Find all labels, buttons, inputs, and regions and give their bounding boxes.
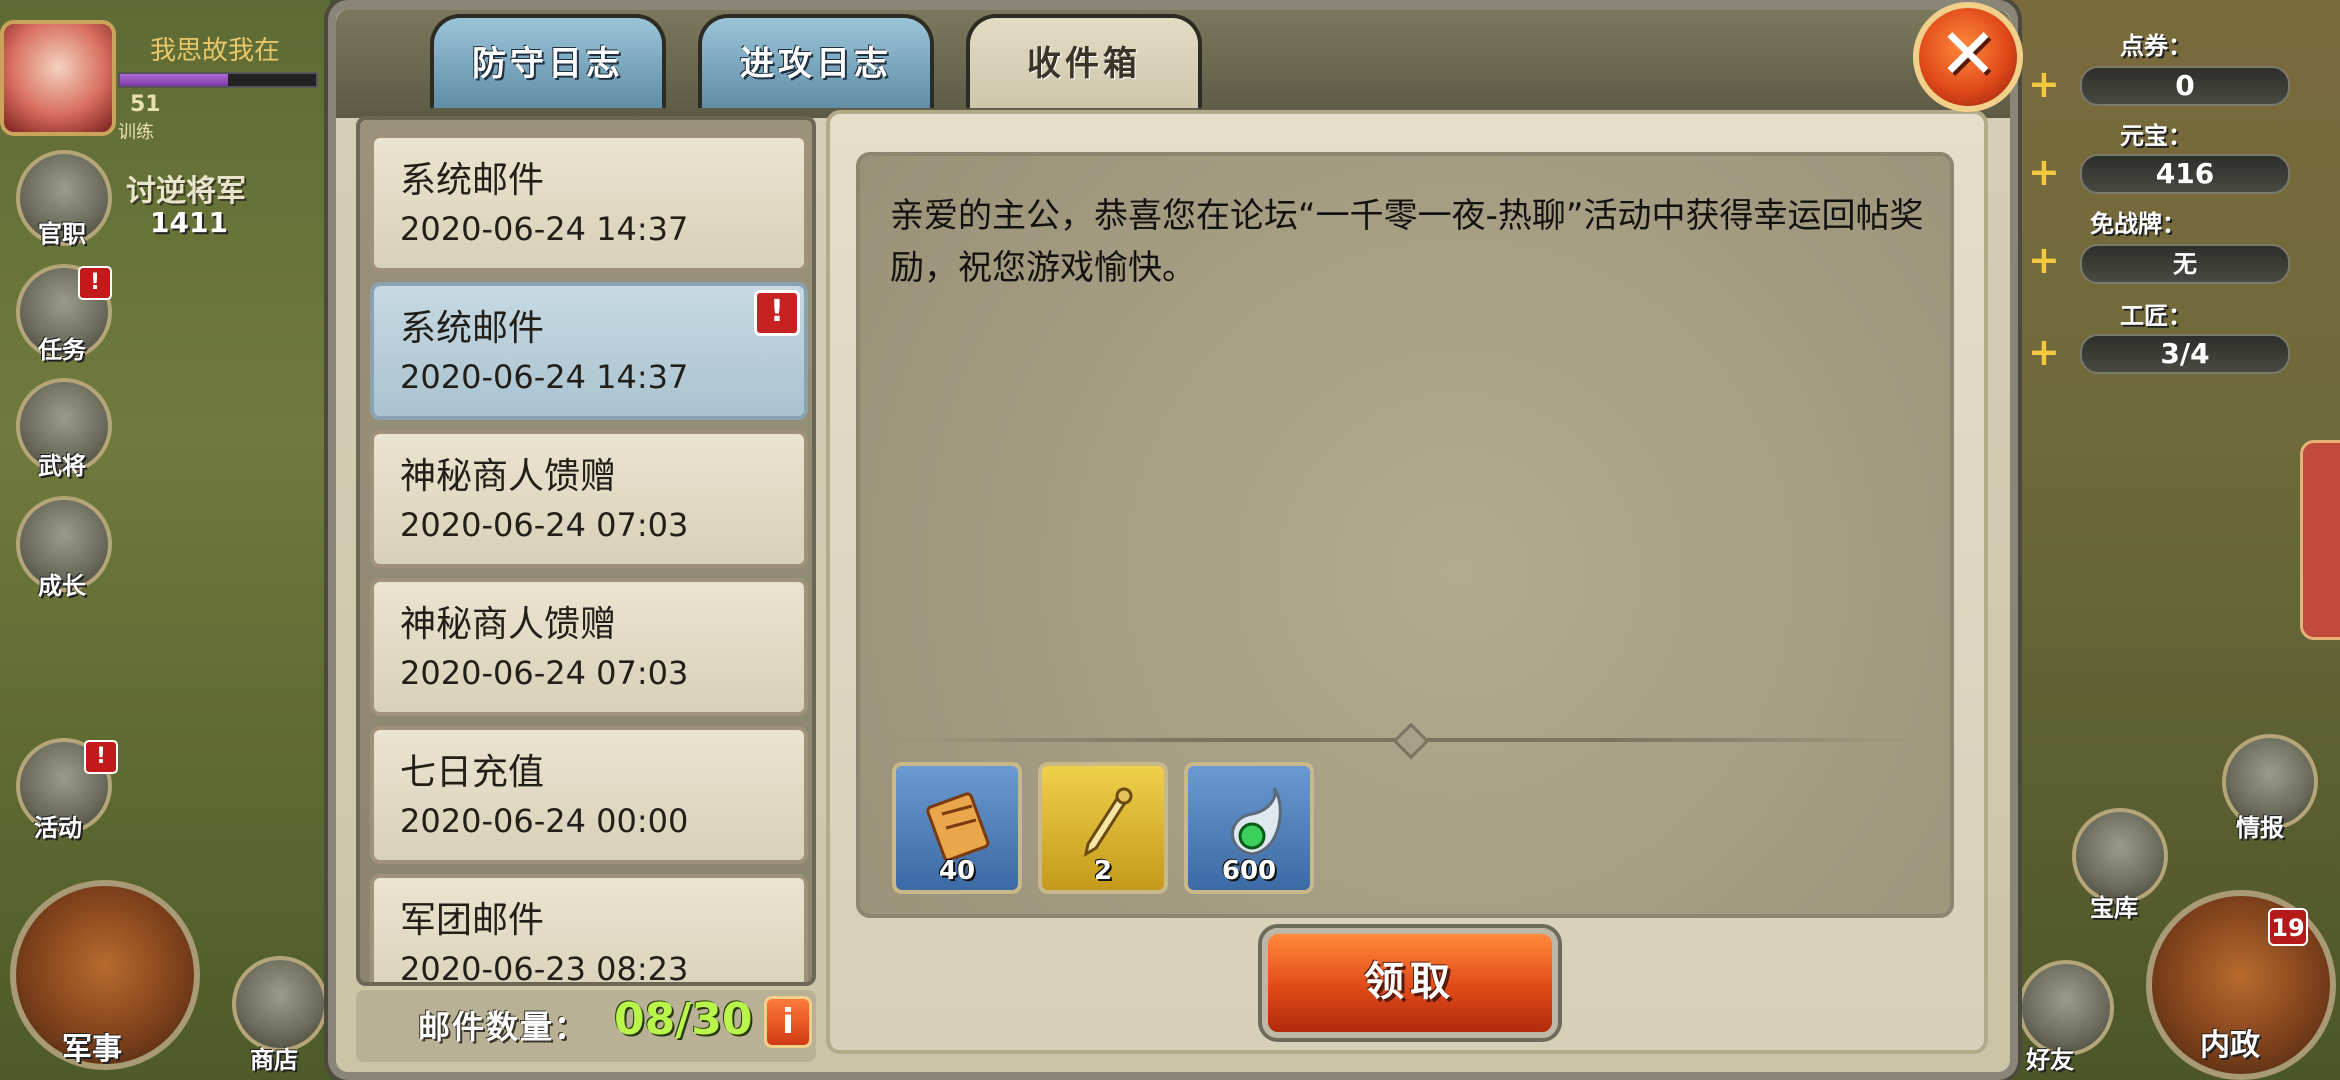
truce-value: 无 bbox=[2080, 244, 2290, 284]
scroll-icon bbox=[926, 792, 990, 862]
mail-item-selected[interactable]: 系统邮件 2020-06-24 14:37 ! bbox=[370, 282, 808, 420]
player-level: 51 bbox=[130, 92, 161, 117]
info-button[interactable]: i bbox=[764, 996, 812, 1048]
player-name: 我思故我在 bbox=[150, 36, 281, 66]
player-level-sub: 训练 bbox=[118, 122, 154, 143]
artisan-value: 3/4 bbox=[2080, 334, 2290, 374]
mail-date: 2020-06-24 07:03 bbox=[400, 506, 689, 544]
ingot-value: 416 bbox=[2080, 154, 2290, 194]
exp-bar-fill bbox=[120, 74, 228, 86]
mail-list[interactable]: 系统邮件 2020-06-24 14:37 系统邮件 2020-06-24 14… bbox=[356, 116, 816, 986]
artisan-add-button[interactable]: + bbox=[2028, 333, 2060, 371]
reward-quantity: 600 bbox=[1221, 856, 1277, 886]
tab-defense-log[interactable]: 防守日志 bbox=[430, 14, 666, 108]
shop-button[interactable] bbox=[232, 956, 328, 1052]
mail-item[interactable]: 神秘商人馈赠 2020-06-24 07:03 bbox=[370, 430, 808, 568]
artisan-label: 工匠： bbox=[2120, 302, 2192, 330]
mail-title: 系统邮件 bbox=[400, 160, 545, 201]
coupon-value: 0 bbox=[2080, 66, 2290, 106]
friends-label: 好友 bbox=[2026, 1046, 2074, 1074]
player-avatar[interactable] bbox=[0, 20, 116, 136]
close-button[interactable]: ✕ bbox=[1913, 2, 2023, 112]
coupon-label: 点券： bbox=[2120, 32, 2192, 60]
generals-label: 武将 bbox=[38, 452, 86, 480]
mail-title: 神秘商人馈赠 bbox=[400, 604, 617, 645]
coupon-add-button[interactable]: + bbox=[2028, 65, 2060, 103]
mail-title: 系统邮件 bbox=[400, 308, 545, 349]
military-label: 军事 bbox=[62, 1032, 122, 1067]
office-label: 官职 bbox=[38, 220, 86, 248]
mail-count-value: 08/30 bbox=[614, 994, 753, 1045]
exp-bar bbox=[118, 72, 318, 88]
mail-item[interactable]: 神秘商人馈赠 2020-06-24 07:03 bbox=[370, 578, 808, 716]
mail-date: 2020-06-24 07:03 bbox=[400, 654, 689, 692]
mail-item[interactable]: 军团邮件 2020-06-23 08:23 bbox=[370, 874, 808, 986]
event-label: 活动 bbox=[34, 814, 82, 842]
rank-score: 1411 bbox=[150, 206, 228, 239]
domestic-notification-badge: 19 bbox=[2268, 908, 2308, 946]
truce-label: 免战牌： bbox=[2090, 210, 2186, 238]
mail-item[interactable]: 七日充值 2020-06-24 00:00 bbox=[370, 726, 808, 864]
mail-date: 2020-06-24 00:00 bbox=[400, 802, 689, 840]
mail-date: 2020-06-23 08:23 bbox=[400, 950, 689, 986]
reward-slot[interactable]: 600 bbox=[1184, 762, 1314, 894]
unread-alert-icon: ! bbox=[754, 290, 800, 336]
truce-add-button[interactable]: + bbox=[2028, 241, 2060, 279]
reward-slot[interactable]: 2 bbox=[1038, 762, 1168, 894]
domestic-label: 内政 bbox=[2200, 1028, 2260, 1063]
horn-icon bbox=[1083, 787, 1133, 858]
jade-icon bbox=[1231, 787, 1282, 856]
rank-title: 讨逆将军 bbox=[126, 174, 246, 209]
mail-item[interactable]: 系统邮件 2020-06-24 14:37 bbox=[370, 134, 808, 272]
reward-quantity: 2 bbox=[1093, 856, 1113, 886]
quest-label: 任务 bbox=[38, 336, 86, 364]
ingot-add-button[interactable]: + bbox=[2028, 153, 2060, 191]
mail-title: 神秘商人馈赠 bbox=[400, 456, 617, 497]
mail-title: 军团邮件 bbox=[400, 900, 545, 941]
mail-date: 2020-06-24 14:37 bbox=[400, 358, 689, 396]
growth-label: 成长 bbox=[38, 572, 86, 600]
claim-button[interactable]: 领取 bbox=[1262, 928, 1558, 1038]
quest-alert-badge: ! bbox=[78, 266, 112, 300]
shop-label: 商店 bbox=[250, 1046, 298, 1074]
tab-inbox[interactable]: 收件箱 bbox=[966, 14, 1202, 108]
info-icon: i bbox=[782, 1002, 794, 1042]
mail-message: 亲爱的主公，恭喜您在论坛“一千零一夜-热聊”活动中获得幸运回帖奖励，祝您游戏愉快… bbox=[890, 196, 1924, 288]
event-alert-badge: ! bbox=[84, 740, 118, 774]
reward-quantity: 40 bbox=[938, 856, 976, 886]
intel-label: 情报 bbox=[2236, 814, 2284, 842]
mail-date: 2020-06-24 14:37 bbox=[400, 210, 689, 248]
expand-panel-arrow[interactable] bbox=[2300, 440, 2340, 640]
close-icon: ✕ bbox=[1938, 13, 1998, 95]
ingot-label: 元宝： bbox=[2120, 122, 2192, 150]
mail-count-label: 邮件数量： bbox=[418, 1008, 589, 1046]
treasury-label: 宝库 bbox=[2090, 894, 2138, 922]
reward-slot[interactable]: 40 bbox=[892, 762, 1022, 894]
mail-title: 七日充值 bbox=[400, 752, 545, 793]
tab-attack-log[interactable]: 进攻日志 bbox=[698, 14, 934, 108]
